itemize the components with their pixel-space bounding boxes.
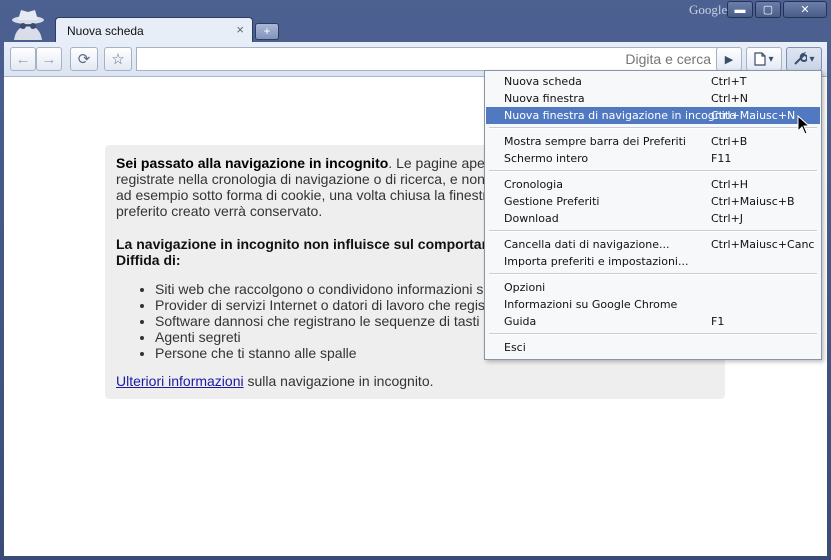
menu-separator: [489, 230, 817, 232]
page-icon: [754, 52, 767, 66]
menu-item-shortcut: Ctrl+B: [711, 135, 748, 148]
menu-separator: [489, 127, 817, 129]
incognito-icon: [12, 10, 44, 40]
menu-item-label: Opzioni: [504, 281, 546, 294]
menu-item-label: Mostra sempre barra dei Preferiti: [504, 135, 686, 148]
mouse-cursor-icon: [797, 115, 811, 135]
back-button[interactable]: ←: [10, 47, 36, 71]
menu-item-shortcut: Ctrl+J: [711, 212, 744, 225]
menu-item-shortcut: Ctrl+N: [711, 92, 749, 105]
page-menu-button[interactable]: ▾: [746, 47, 782, 71]
wrench-menu-button[interactable]: ▾: [786, 47, 822, 71]
browser-window: Google ▬ ▢ ✕ Nuova scheda × + ← → ⟳ ☆ ▶: [0, 0, 831, 560]
menu-item-about-chrome[interactable]: Informazioni su Google Chrome: [486, 296, 820, 313]
omnibox[interactable]: [136, 47, 718, 71]
window-controls: ▬ ▢ ✕: [727, 1, 827, 18]
new-tab-button[interactable]: +: [255, 23, 279, 40]
menu-item-label: Guida: [504, 315, 537, 328]
menu-separator: [489, 170, 817, 172]
tab-nuova-scheda[interactable]: Nuova scheda ×: [55, 17, 253, 43]
intro-bold: Sei passato alla navigazione in incognit…: [116, 155, 389, 171]
close-window-button[interactable]: ✕: [783, 1, 827, 18]
menu-item-shortcut: Ctrl+T: [711, 75, 747, 88]
chevron-down-icon: ▾: [768, 53, 774, 65]
reload-button[interactable]: ⟳: [70, 47, 98, 71]
menu-item-nuova-finestra[interactable]: Nuova finestra Ctrl+N: [486, 90, 820, 107]
go-icon: ▶: [724, 53, 734, 66]
menu-item-label: Schermo intero: [504, 152, 589, 165]
go-button[interactable]: ▶: [716, 47, 742, 71]
menu-item-downloads[interactable]: Download Ctrl+J: [486, 210, 820, 227]
menu-item-label: Cancella dati di navigazione...: [504, 238, 670, 251]
chevron-down-icon: ▾: [809, 53, 815, 65]
menu-item-shortcut: Ctrl+Maiusc+B: [711, 195, 795, 208]
menu-item-clear-browsing-data[interactable]: Cancella dati di navigazione... Ctrl+Mai…: [486, 236, 820, 253]
maximize-button[interactable]: ▢: [755, 1, 781, 18]
menu-item-fullscreen[interactable]: Schermo intero F11: [486, 150, 820, 167]
menu-item-label: Informazioni su Google Chrome: [504, 298, 678, 311]
forward-arrow-icon: →: [41, 50, 57, 68]
google-brand: Google: [689, 2, 728, 17]
menu-item-label: Nuova finestra: [504, 92, 585, 105]
menu-item-label: Nuova finestra di navigazione in incogni…: [504, 109, 736, 122]
wrench-icon: [794, 52, 808, 65]
title-bar: Google ▬ ▢ ✕ Nuova scheda × +: [0, 0, 831, 44]
star-icon: ☆: [111, 51, 125, 68]
tab-title: Nuova scheda: [67, 24, 144, 38]
menu-item-exit[interactable]: Esci: [486, 339, 820, 356]
menu-item-label: Nuova scheda: [504, 75, 582, 88]
learn-more-link[interactable]: Ulteriori informazioni: [116, 373, 244, 389]
bookmark-star-button[interactable]: ☆: [104, 47, 132, 71]
menu-item-shortcut: F11: [711, 152, 732, 165]
menu-item-import-bookmarks[interactable]: Importa preferiti e impostazioni...: [486, 253, 820, 270]
menu-item-incognito-window[interactable]: Nuova finestra di navigazione in incogni…: [486, 107, 820, 124]
intro-line4: preferito creato verrà conservato.: [116, 203, 323, 219]
menu-item-label: Esci: [504, 341, 526, 354]
warning-line2: Diffida di:: [116, 252, 181, 268]
learn-more: Ulteriori informazioni sulla navigazione…: [116, 373, 716, 389]
reload-icon: ⟳: [77, 51, 91, 68]
menu-item-options[interactable]: Opzioni: [486, 279, 820, 296]
menu-item-bookmarks-bar[interactable]: Mostra sempre barra dei Preferiti Ctrl+B: [486, 133, 820, 150]
menu-item-bookmark-manager[interactable]: Gestione Preferiti Ctrl+Maiusc+B: [486, 193, 820, 210]
intro-line3: ad esempio sotto forma di cookie, una vo…: [116, 187, 512, 203]
menu-item-label: Gestione Preferiti: [504, 195, 600, 208]
tab-close-icon[interactable]: ×: [236, 22, 244, 37]
menu-item-label: Cronologia: [504, 178, 563, 191]
menu-item-shortcut: Ctrl+H: [711, 178, 749, 191]
menu-separator: [489, 273, 817, 275]
minimize-button[interactable]: ▬: [727, 1, 753, 18]
menu-item-shortcut: Ctrl+Maiusc+N: [711, 109, 796, 122]
learn-more-rest: sulla navigazione in incognito.: [243, 373, 434, 389]
wrench-menu: Nuova scheda Ctrl+T Nuova finestra Ctrl+…: [484, 70, 822, 360]
menu-item-nuova-scheda[interactable]: Nuova scheda Ctrl+T: [486, 73, 820, 90]
menu-item-label: Download: [504, 212, 559, 225]
menu-item-history[interactable]: Cronologia Ctrl+H: [486, 176, 820, 193]
menu-item-label: Importa preferiti e impostazioni...: [504, 255, 689, 268]
omnibox-input[interactable]: [137, 48, 717, 70]
intro-line2: registrate nella cronologia di navigazio…: [116, 171, 514, 187]
menu-item-shortcut: Ctrl+Maiusc+Canc: [711, 238, 815, 251]
warning-line1: La navigazione in incognito non influisc…: [116, 236, 502, 252]
menu-item-help[interactable]: Guida F1: [486, 313, 820, 330]
back-arrow-icon: ←: [15, 50, 31, 68]
menu-separator: [489, 333, 817, 335]
forward-button[interactable]: →: [36, 47, 62, 71]
menu-item-shortcut: F1: [711, 315, 725, 328]
